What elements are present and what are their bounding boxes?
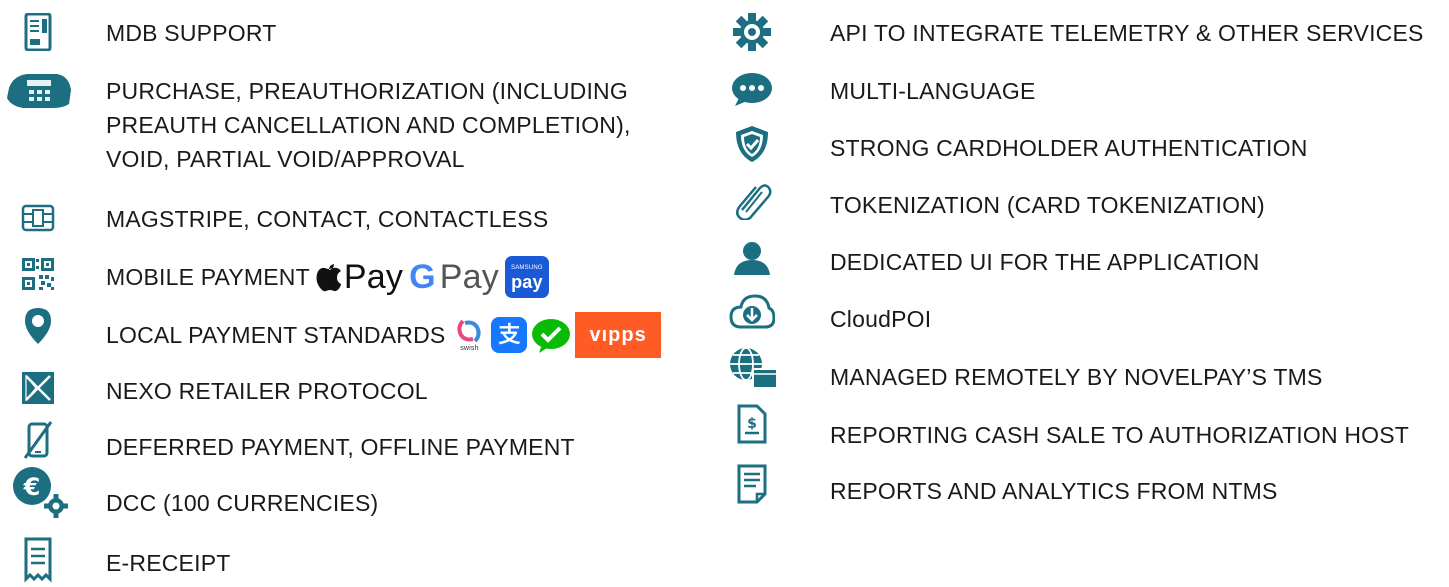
local-payment-row: LOCAL PAYMENT STANDARDS swish 支 vıpps: [106, 312, 661, 358]
apple-icon: [316, 264, 341, 292]
apple-pay-logo: Pay: [316, 260, 403, 294]
chip-icon: [16, 198, 60, 238]
paperclip-icon: [730, 180, 774, 220]
feature-label: API TO INTEGRATE TELEMETRY & OTHER SERVI…: [830, 20, 1424, 46]
feature-label: TOKENIZATION (CARD TOKENIZATION): [830, 192, 1265, 218]
feature-label: MAGSTRIPE, CONTACT, CONTACTLESS: [106, 206, 549, 232]
google-pay-logo: G Pay: [409, 258, 499, 296]
svg-text:€: €: [23, 473, 41, 501]
wechat-pay-icon: [531, 317, 571, 353]
shield-check-icon: [730, 124, 774, 164]
feature-label: DEFERRED PAYMENT, OFFLINE PAYMENT: [106, 434, 575, 460]
mobile-wallet-logos: Pay G Pay SAMSUNG pay: [316, 256, 549, 298]
cloud-download-icon: [728, 292, 776, 332]
dollar-document-icon: $: [730, 404, 774, 444]
user-icon: [730, 238, 774, 278]
feature-label: MANAGED REMOTELY BY NOVELPAY’S TMS: [830, 364, 1323, 390]
nexo-icon: [16, 368, 60, 408]
feature-label: PURCHASE, PREAUTHORIZATION (INCLUDING PR…: [106, 78, 631, 172]
card-terminal-icon: [2, 70, 74, 110]
alipay-icon: 支: [491, 317, 528, 353]
swish-logo: swish: [451, 317, 487, 353]
report-document-icon: [730, 464, 774, 504]
google-g-icon: G: [409, 258, 436, 296]
feature-label: DCC (100 CURRENCIES): [106, 490, 379, 516]
swish-icon: [457, 319, 482, 343]
qr-code-icon: [16, 254, 60, 294]
feature-label: CloudPOI: [830, 306, 932, 332]
receipt-icon: [16, 536, 60, 584]
feature-label: MULTI-LANGUAGE: [830, 78, 1036, 104]
vipps-logo: vıpps: [575, 312, 661, 358]
map-pin-icon: [16, 306, 60, 346]
feature-label: NEXO RETAILER PROTOCOL: [106, 378, 428, 404]
feature-label: MDB SUPPORT: [106, 20, 277, 46]
gear-icon: [730, 12, 774, 52]
feature-label: REPORTING CASH SALE TO AUTHORIZATION HOS…: [830, 422, 1410, 448]
euro-gear-icon: €: [10, 466, 70, 520]
feature-label: DEDICATED UI FOR THE APPLICATION: [830, 249, 1260, 275]
feature-label: MOBILE PAYMENT: [106, 264, 310, 290]
feature-label: LOCAL PAYMENT STANDARDS: [106, 322, 446, 348]
feature-label: REPORTS AND ANALYTICS FROM NTMS: [830, 478, 1278, 504]
svg-text:$: $: [747, 416, 757, 432]
feature-label: STRONG CARDHOLDER AUTHENTICATION: [830, 135, 1308, 161]
samsung-pay-logo: SAMSUNG pay: [504, 256, 549, 298]
local-wallet-logos: swish 支 vıpps: [451, 312, 661, 358]
feature-label: E-RECEIPT: [106, 550, 231, 576]
phone-offline-icon: [16, 420, 60, 460]
globe-screen-icon: [728, 346, 778, 390]
chat-bubble-icon: [730, 70, 774, 110]
mobile-payment-row: MOBILE PAYMENT Pay G Pay SAMSUNG pay: [106, 256, 549, 298]
vending-machine-icon: [16, 12, 60, 52]
